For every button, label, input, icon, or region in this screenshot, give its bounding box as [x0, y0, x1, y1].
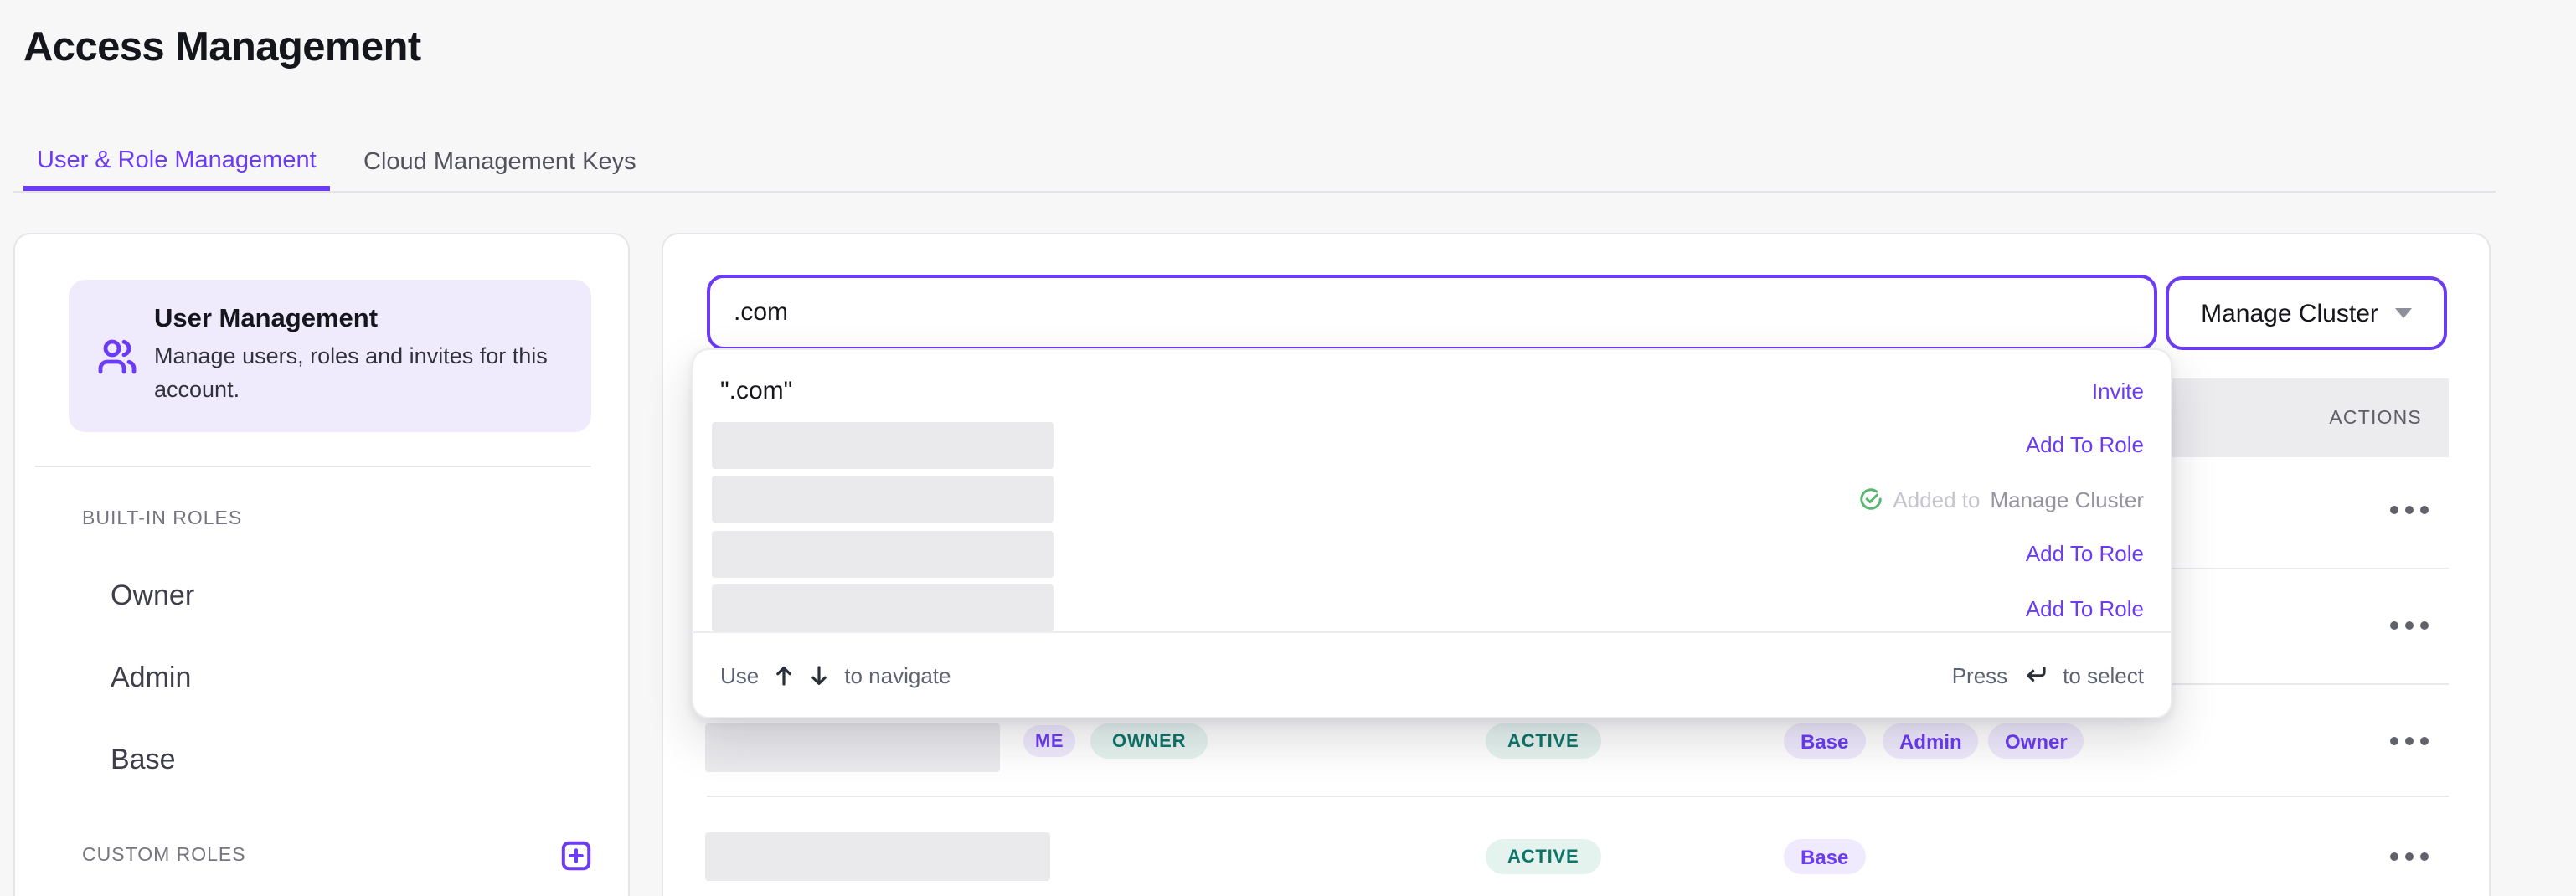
- suggestion-user-row[interactable]: Add To Role: [693, 581, 2171, 636]
- select-hint: Press to select: [1952, 663, 2144, 688]
- redacted-user-name: [712, 422, 1054, 469]
- role-pill-base: Base: [1784, 723, 1865, 759]
- add-to-role-link[interactable]: Add To Role: [2026, 596, 2144, 621]
- select-label: to select: [2063, 663, 2144, 688]
- me-badge: ME: [1023, 725, 1075, 757]
- redacted-user-name: [712, 531, 1054, 578]
- tab-user-role-management[interactable]: User & Role Management: [23, 134, 330, 191]
- suggestion-invite-row[interactable]: ".com" Invite: [693, 363, 2171, 418]
- user-search-input[interactable]: [707, 275, 2157, 350]
- add-custom-role-button[interactable]: [561, 841, 591, 871]
- users-icon: [97, 336, 137, 376]
- added-to-cluster-status: Added to Manage Cluster: [1859, 487, 2144, 512]
- chevron-down-icon: [2395, 308, 2412, 318]
- custom-roles-row: CUSTOM ROLES: [82, 841, 591, 871]
- tab-bar: User & Role Management Cloud Management …: [13, 134, 2496, 193]
- tab-cloud-management-keys[interactable]: Cloud Management Keys: [350, 134, 650, 191]
- status-badge: ACTIVE: [1486, 839, 1601, 874]
- suggestion-user-row[interactable]: Add To Role: [693, 418, 2171, 472]
- feature-card-description: Manage users, roles and invites for this…: [154, 340, 553, 407]
- row-divider: [707, 796, 2449, 797]
- navigate-label: to navigate: [844, 663, 951, 688]
- row-actions-menu-button[interactable]: [2380, 610, 2437, 640]
- navigate-hint: Use to navigate: [720, 663, 951, 688]
- plus-square-icon: [561, 841, 591, 871]
- add-to-role-link[interactable]: Add To Role: [2026, 433, 2144, 458]
- roles-sidebar: User Management Manage users, roles and …: [13, 233, 630, 896]
- suggestion-user-row[interactable]: Add To Role: [693, 527, 2171, 581]
- sidebar-divider: [35, 466, 591, 467]
- role-pill-admin: Admin: [1883, 723, 1979, 759]
- user-management-card[interactable]: User Management Manage users, roles and …: [69, 280, 591, 432]
- press-label: Press: [1952, 663, 2007, 688]
- page-title: Access Management: [23, 25, 421, 72]
- added-target-text: Manage Cluster: [1990, 487, 2144, 512]
- suggestion-user-row[interactable]: Added to Manage Cluster: [693, 472, 2171, 527]
- row-actions-menu-button[interactable]: [2380, 841, 2437, 871]
- added-to-text: Added to: [1893, 487, 1980, 512]
- app-root: Access Management User & Role Management…: [0, 0, 2576, 896]
- row-actions-menu-button[interactable]: [2380, 494, 2437, 524]
- arrow-up-icon: [774, 665, 794, 687]
- invite-link[interactable]: Invite: [2092, 378, 2144, 404]
- custom-roles-label: CUSTOM ROLES: [82, 846, 246, 866]
- redacted-user-name: [712, 476, 1054, 523]
- row-actions-menu-button[interactable]: [2380, 725, 2437, 755]
- search-suggestions-dropdown: ".com" Invite Add To Role Added to: [692, 348, 2172, 718]
- check-circle-icon: [1859, 488, 1883, 512]
- role-pill-owner: Owner: [1988, 723, 2084, 759]
- return-key-icon: [2022, 666, 2048, 686]
- built-in-roles-label: BUILT-IN ROLES: [82, 509, 242, 529]
- add-to-role-link[interactable]: Add To Role: [2026, 542, 2144, 567]
- suggestion-list: ".com" Invite Add To Role Added to: [693, 363, 2171, 636]
- manage-cluster-dropdown-button[interactable]: Manage Cluster: [2166, 276, 2447, 350]
- manage-cluster-label: Manage Cluster: [2201, 299, 2378, 327]
- owner-type-badge: OWNER: [1090, 723, 1208, 759]
- sidebar-item-base[interactable]: Base: [111, 744, 176, 777]
- redacted-user-name: [705, 832, 1050, 881]
- sidebar-item-owner[interactable]: Owner: [111, 579, 194, 613]
- feature-card-title: User Management: [154, 305, 553, 335]
- status-badge: ACTIVE: [1486, 723, 1601, 759]
- redacted-user-name: [705, 723, 1000, 772]
- sidebar-item-admin[interactable]: Admin: [111, 662, 191, 695]
- suggestion-query-text: ".com": [693, 377, 792, 405]
- arrow-down-icon: [809, 665, 829, 687]
- dropdown-footer: Use to navigate Press: [693, 631, 2171, 718]
- use-label: Use: [720, 663, 759, 688]
- redacted-user-name: [712, 585, 1054, 632]
- role-pill-base: Base: [1784, 839, 1865, 874]
